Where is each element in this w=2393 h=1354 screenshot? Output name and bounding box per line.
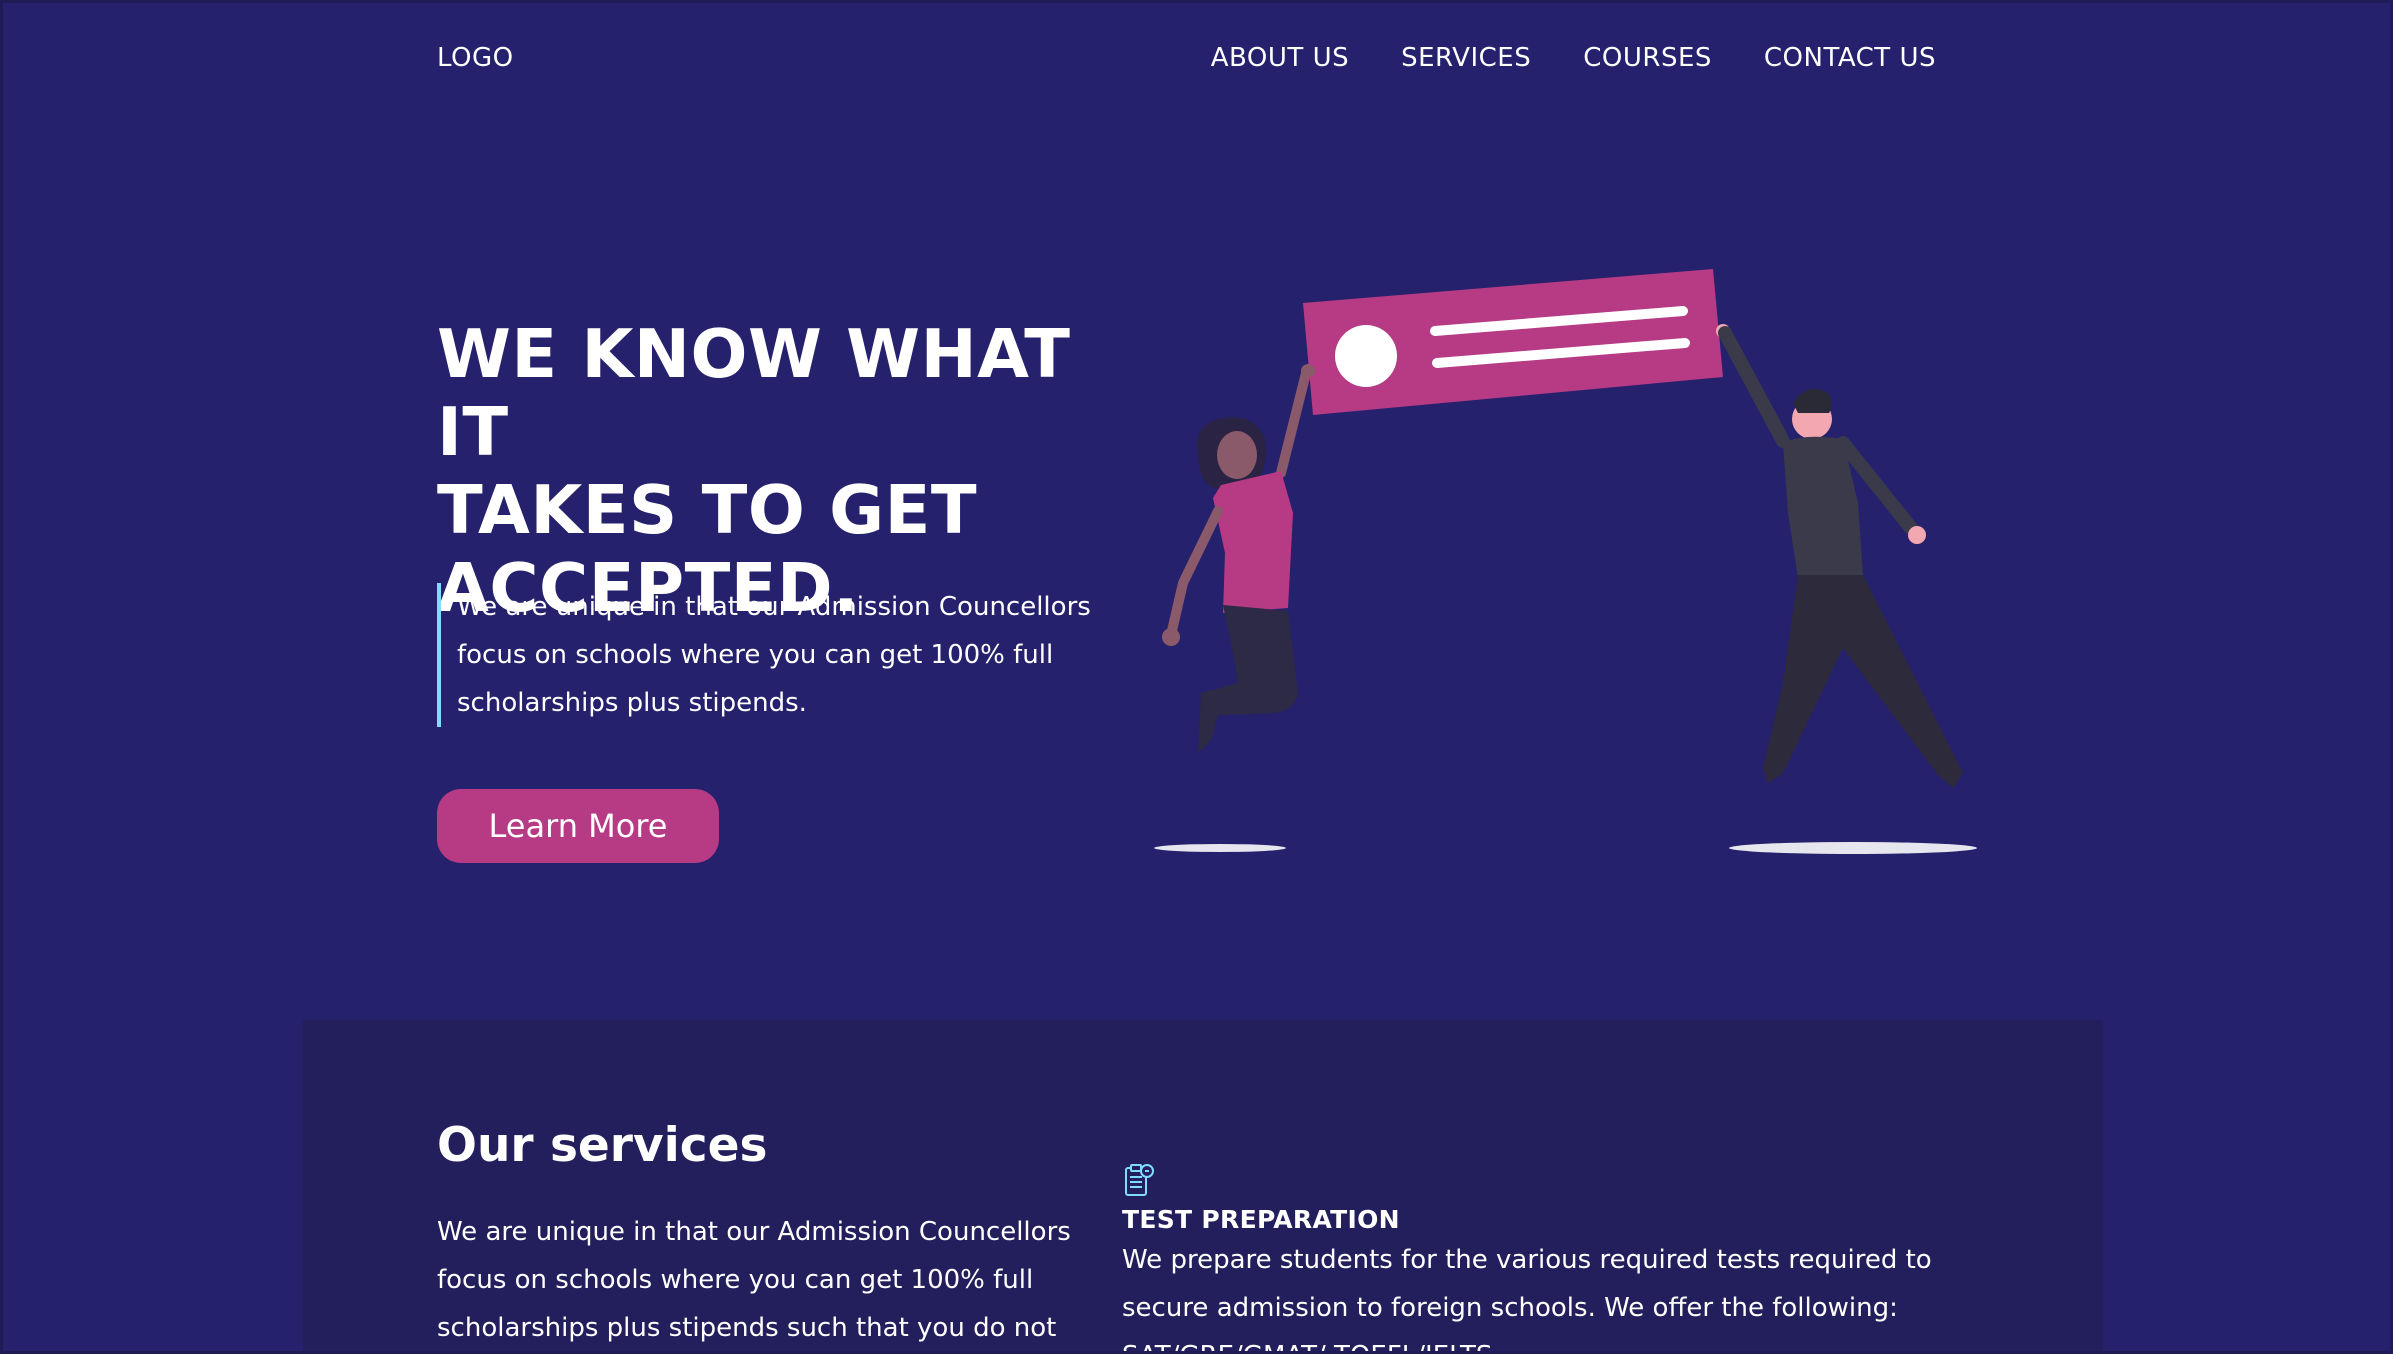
woman-figure-illustration xyxy=(1154,364,1315,852)
hero-title-line-1: WE KNOW WHAT IT xyxy=(437,315,1071,471)
clipboard-icon xyxy=(1125,1164,1154,1196)
hero-description: We are unique in that our Admission Coun… xyxy=(437,583,1117,727)
services-description: We are unique in that our Admission Coun… xyxy=(437,1217,1071,1343)
nav-about-us[interactable]: ABOUT US xyxy=(1211,43,1349,73)
main-nav: ABOUT US SERVICES COURSES CONTACT US xyxy=(1211,43,1936,73)
banner-card-illustration xyxy=(1303,269,1723,415)
hero-title: WE KNOW WHAT IT TAKES TO GET ACCEPTED. xyxy=(437,315,1157,627)
learn-more-button[interactable]: Learn More xyxy=(437,789,719,863)
test-preparation-description: We prepare students for the various requ… xyxy=(1122,1245,1932,1351)
hero-illustration xyxy=(1154,269,1977,854)
hero-title-line-2: TAKES TO GET xyxy=(437,471,978,549)
nav-courses[interactable]: COURSES xyxy=(1583,43,1712,73)
test-preparation-title: TEST PREPARATION xyxy=(1122,1205,1400,1234)
services-title: Our services xyxy=(437,1118,768,1173)
page: LOGO ABOUT US SERVICES COURSES CONTACT U… xyxy=(0,0,2393,1354)
nav-contact-us[interactable]: CONTACT US xyxy=(1764,43,1936,73)
services-section: Our services We are unique in that our A… xyxy=(303,1020,2103,1351)
nav-services[interactable]: SERVICES xyxy=(1401,43,1531,73)
man-figure-illustration xyxy=(1716,324,1977,854)
logo[interactable]: LOGO xyxy=(437,43,514,73)
